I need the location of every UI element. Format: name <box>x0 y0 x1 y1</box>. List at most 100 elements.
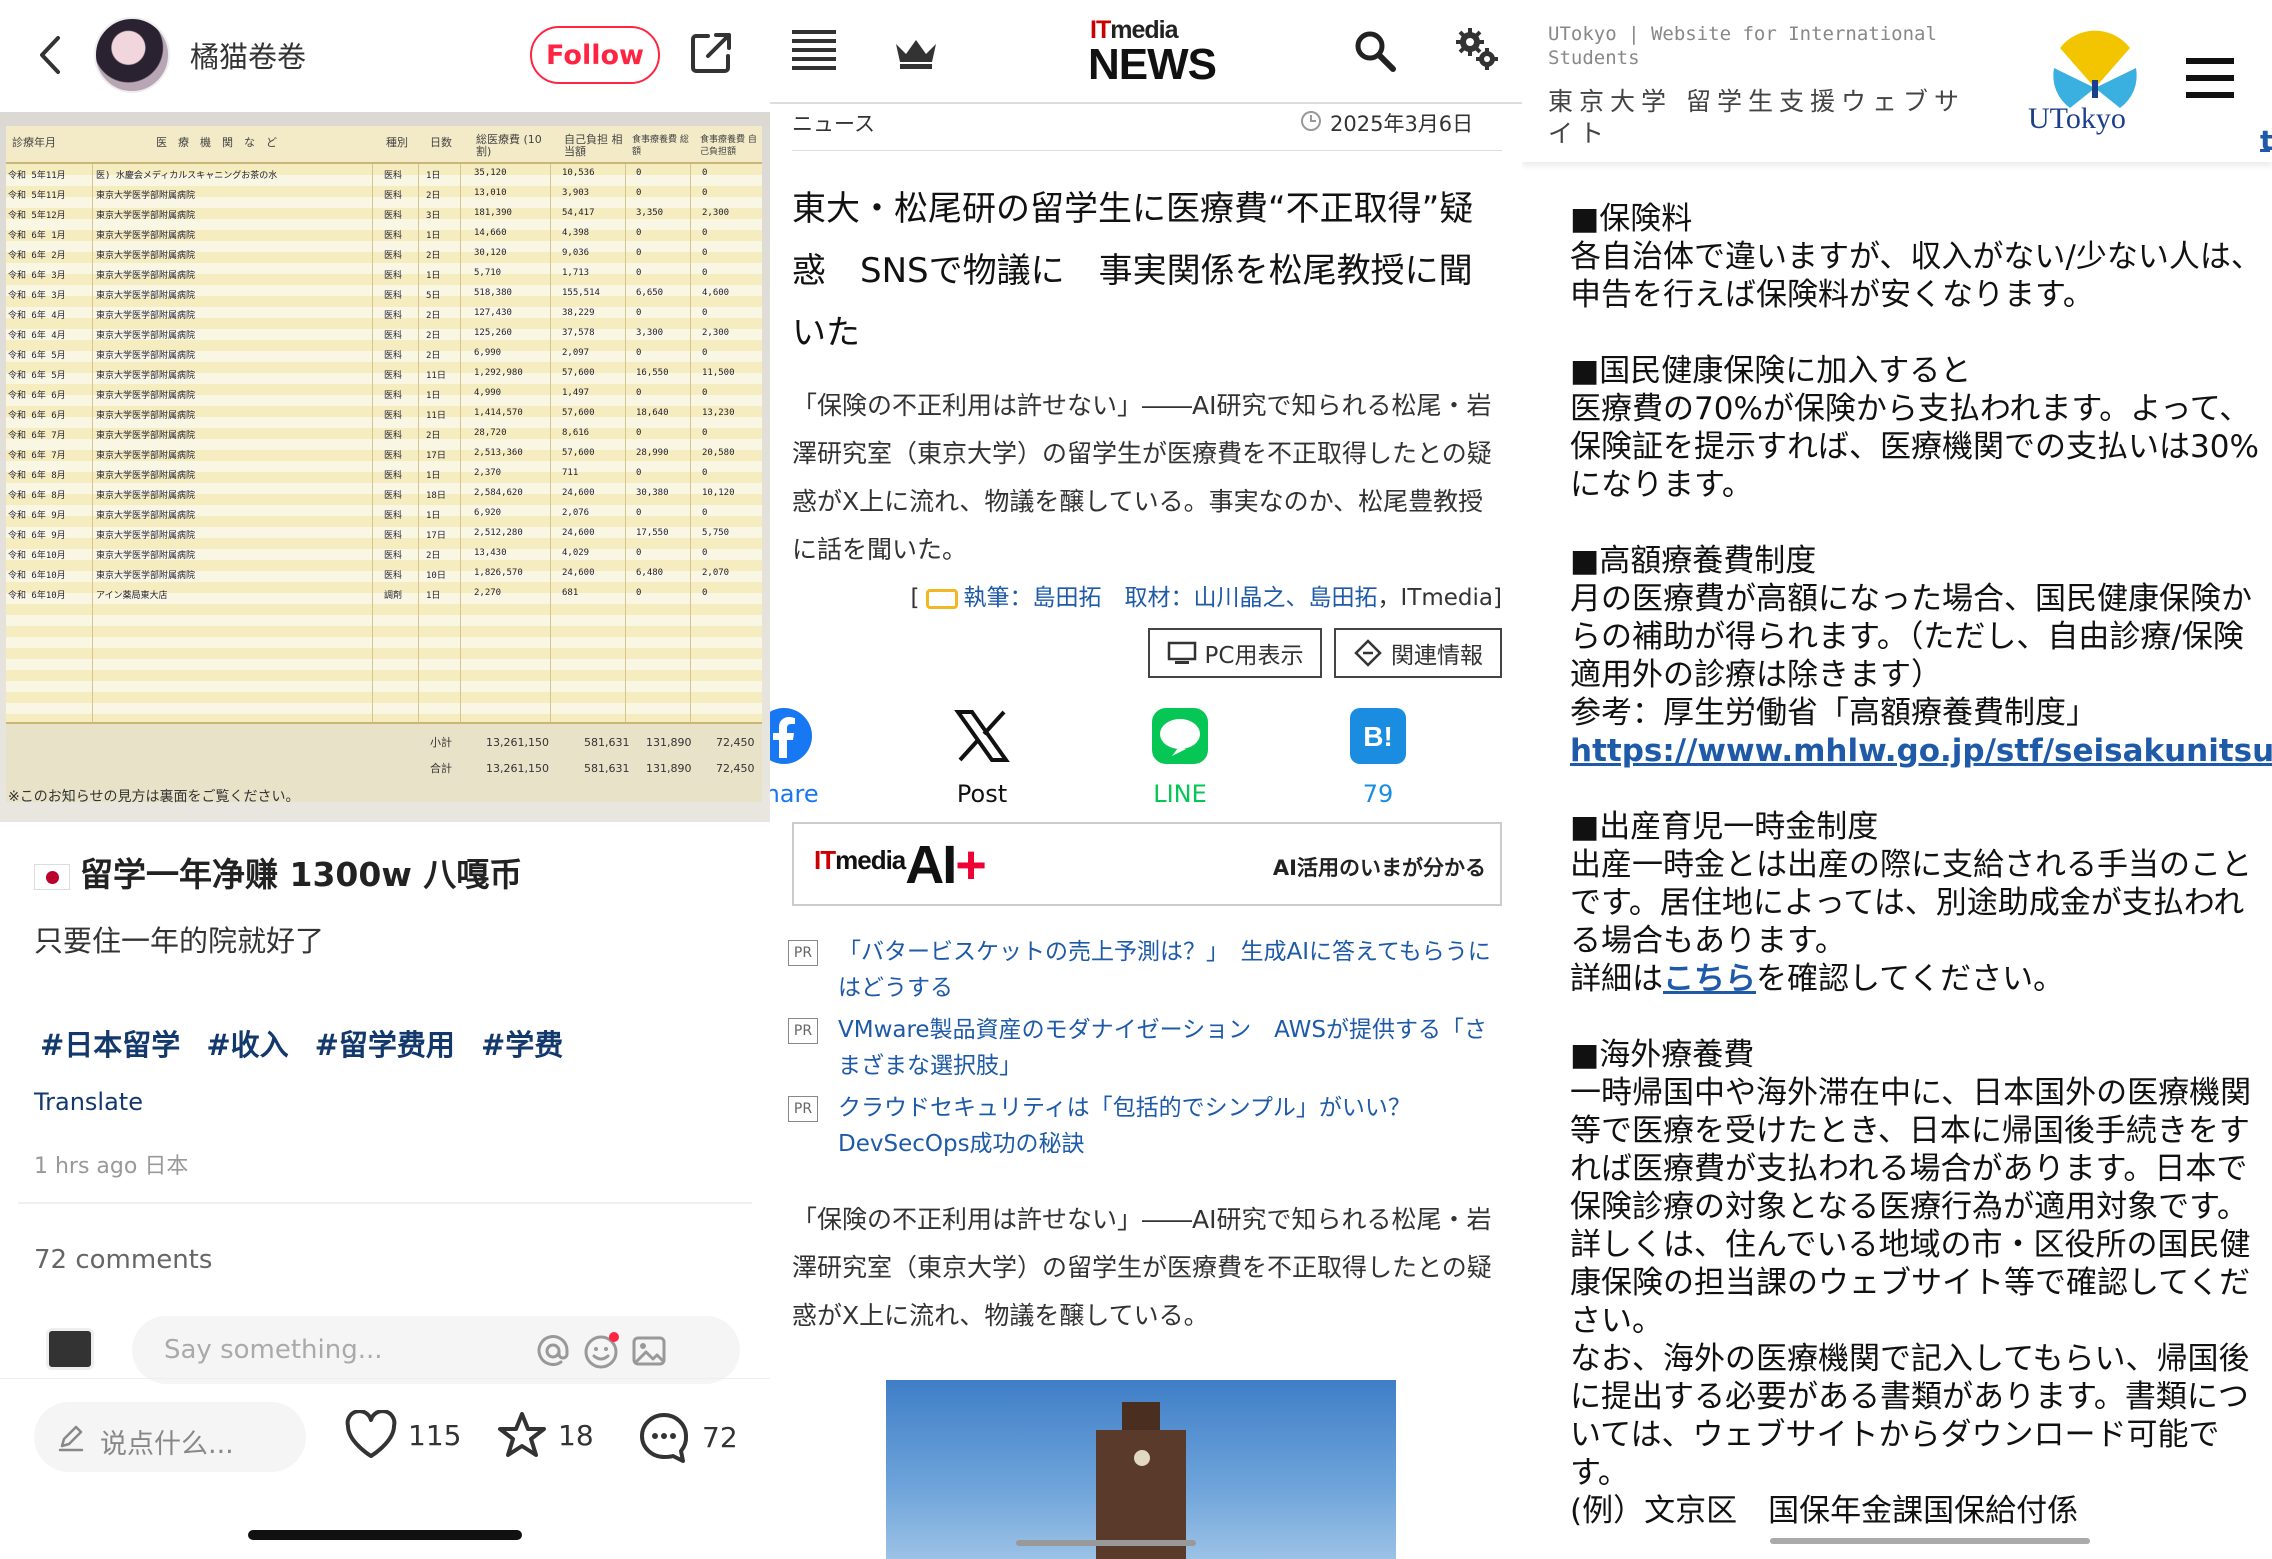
related-info-button[interactable]: 関連情報 <box>1334 628 1502 678</box>
translate-link[interactable]: Translate <box>34 1088 143 1116</box>
follow-button[interactable]: Follow <box>530 26 660 84</box>
details-link[interactable]: こちら <box>1663 961 1756 997</box>
utokyo-logo-text: UTokyo <box>2028 102 2126 135</box>
receipt-cell: 0 <box>636 248 642 258</box>
byline-source: ITmedia <box>1400 585 1494 611</box>
user-avatar[interactable] <box>94 17 170 93</box>
receipt-row: 令和 6年 6月 東京大学医学部附属病院 医科 1日 4,990 1,497 0 0 <box>6 388 762 401</box>
receipt-cell: 令和 6年10月 <box>8 591 66 601</box>
receipt-cell: 東京大学医学部附属病院 <box>96 491 196 501</box>
receipt-cell: 681 <box>562 588 579 598</box>
back-arrow-icon[interactable] <box>36 34 66 76</box>
line-share[interactable]: LINE <box>1120 706 1240 808</box>
pr-link[interactable]: PR クラウドセキュリティは「包括的でシンプル」がいい？ DevSecOps成功の… <box>788 1090 1498 1162</box>
receipt-column-line <box>418 164 419 744</box>
hatena-bookmark-icon: B! <box>1350 708 1406 764</box>
receipt-cell: 東京大学医学部附属病院 <box>96 471 196 481</box>
receipt-cell: 令和 6年 4月 <box>8 331 66 341</box>
pc-view-button[interactable]: PC用表示 <box>1148 628 1322 678</box>
section-text: 詳しくは、住んでいる地域の市・区役所の国民健康保険の担当課のウェブサイト等で確認… <box>1570 1227 2251 1339</box>
receipt-cell: 2日 <box>426 551 441 561</box>
receipt-cell: 3,903 <box>562 188 590 198</box>
article-title: 東大・松尾研の留学生に医療費“不正取得”疑惑 SNSで物議に 事実関係を松尾教授… <box>792 189 1474 353</box>
section-heading: ■国民健康保険に加入すると <box>1570 353 1972 389</box>
comment-input[interactable]: Say something... <box>132 1316 740 1384</box>
receipt-cell: 17日 <box>426 451 446 461</box>
receipt-cell: 0 <box>636 168 642 178</box>
author-link[interactable]: 執筆：島田拓 <box>964 585 1102 611</box>
subtotal-value: 581,631 <box>584 736 630 749</box>
cut-off-link[interactable]: t <box>2260 124 2272 157</box>
total-value: 13,261,150 <box>486 762 549 775</box>
ai-plus-banner[interactable]: ITmediaAI+ AI活用のいまが分かる <box>792 822 1502 906</box>
menu-icon[interactable] <box>792 30 836 70</box>
receipt-cell: 0 <box>636 348 642 358</box>
username[interactable]: 橘猫卷卷 <box>190 34 306 76</box>
site-title-en[interactable]: UTokyo | Website for International Stude… <box>1548 22 1948 70</box>
receipt-note: ※このお知らせの見方は裏面をご覧ください。 <box>8 789 300 805</box>
receipt-cell: 6,650 <box>636 288 664 298</box>
image-icon[interactable] <box>630 1332 668 1370</box>
mhlw-link[interactable]: https://www.mhlw.go.jp/stf/seisakunitsui… <box>1570 733 2272 769</box>
receipt-cell: 30,120 <box>474 248 507 258</box>
receipt-cell: 13,430 <box>474 548 507 558</box>
receipt-cell: 0 <box>702 428 708 438</box>
hatena-bookmark[interactable]: B! 79 <box>1318 706 1438 808</box>
receipt-cell: 0 <box>636 508 642 518</box>
receipt-row: 令和 6年 4月 東京大学医学部附属病院 医科 2日 125,260 37,578 3,30… <box>6 328 762 341</box>
pr-link[interactable]: PR 「バタービスケットの売上予測は？」 生成AIに答えてもらうにはどうする <box>788 934 1498 1006</box>
comment-placeholder: Say something... <box>164 1335 383 1365</box>
receipt-cell: 1日 <box>426 511 441 521</box>
share-external-icon[interactable] <box>688 30 734 76</box>
hashtag[interactable]: #留学费用 <box>315 1022 455 1064</box>
receipt-cell: 調剤 <box>384 591 403 601</box>
hashtag[interactable]: #收入 <box>206 1022 288 1064</box>
receipt-cell: 令和 5年11月 <box>8 191 66 201</box>
receipt-cell: 16,550 <box>636 368 669 378</box>
comment-button[interactable]: 72 <box>636 1410 738 1464</box>
receipt-cell: 1,292,980 <box>474 368 523 378</box>
receipt-row: 令和 6年10月 アイン薬局東大店 調剤 1日 2,270 681 0 0 <box>6 588 762 601</box>
receipt-cell: 2日 <box>426 431 441 441</box>
mention-icon[interactable] <box>534 1332 572 1370</box>
receipt-cell: 1日 <box>426 231 441 241</box>
receipt-cell: 13,230 <box>702 408 735 418</box>
emoji-icon[interactable] <box>582 1332 620 1370</box>
section-text: 出産一時金とは出産の際に支給される手当のことです。居住地によっては、別途助成金が… <box>1570 847 2252 959</box>
receipt-cell: 13,010 <box>474 188 507 198</box>
gear-icon[interactable] <box>1454 26 1500 72</box>
receipt-rows: 令和 5年11月 医) 水慶会メディカルスキャニングお茶の水 医科 1日 35,120 1… <box>6 164 762 744</box>
hashtag[interactable]: #日本留学 <box>40 1022 180 1064</box>
like-button[interactable]: 115 <box>344 1410 461 1460</box>
receipt-cell: 令和 6年 3月 <box>8 271 66 281</box>
yasuda-auditorium-photo[interactable] <box>886 1380 1396 1559</box>
receipt-cell: 令和 6年 7月 <box>8 451 66 461</box>
bottom-comment-input[interactable]: 说点什么... <box>34 1402 306 1472</box>
total-value: 131,890 <box>646 762 692 775</box>
receipt-cell: 4,029 <box>562 548 590 558</box>
receipt-cell: 令和 6年 7月 <box>8 431 66 441</box>
hamburger-menu-icon[interactable] <box>2186 56 2234 100</box>
news-logo[interactable]: NEWS <box>1088 40 1217 90</box>
reporter-link[interactable]: 取材：山川晶之、島田拓 <box>1125 585 1378 611</box>
receipt-row: 令和 6年 7月 東京大学医学部附属病院 医科 2日 28,720 8,616 0 0 <box>6 428 762 441</box>
date-text: 2025年3月6日 <box>1330 112 1474 136</box>
crown-icon[interactable] <box>894 36 938 70</box>
favorite-button[interactable]: 18 <box>496 1410 594 1460</box>
section-text: なお、海外の医療機関で記入してもらい、帰国後に提出する必要がある書類があります。… <box>1570 1341 2250 1491</box>
facebook-share[interactable]: Share <box>770 706 844 808</box>
x-post[interactable]: Post <box>922 706 1042 808</box>
hashtag[interactable]: #学费 <box>481 1022 563 1064</box>
utokyo-header: UTokyo | Website for International Stude… <box>1522 0 2272 162</box>
receipt-cell: 2,512,280 <box>474 528 523 538</box>
medical-receipt-photo[interactable]: 診療年月 医 療 機 関 な ど 種別 日数 総医療費 (10割) 自己負担 相… <box>0 112 770 822</box>
receipt-cell: 10,120 <box>702 488 735 498</box>
receipt-row: 令和 6年10月 東京大学医学部附属病院 医科 2日 13,430 4,029 0 0 <box>6 548 762 561</box>
receipt-cell: 3,350 <box>636 208 664 218</box>
site-title-jp[interactable]: 東京大学 留学生支援ウェブサイト <box>1548 86 1978 150</box>
search-icon[interactable] <box>1354 30 1396 72</box>
pr-link[interactable]: PR VMware製品資産のモダナイゼーション AWSが提供する「さまざまな選択肢… <box>788 1012 1498 1084</box>
receipt-cell: 0 <box>636 428 642 438</box>
receipt-cell: 2日 <box>426 351 441 361</box>
banner-plus: + <box>955 835 987 895</box>
